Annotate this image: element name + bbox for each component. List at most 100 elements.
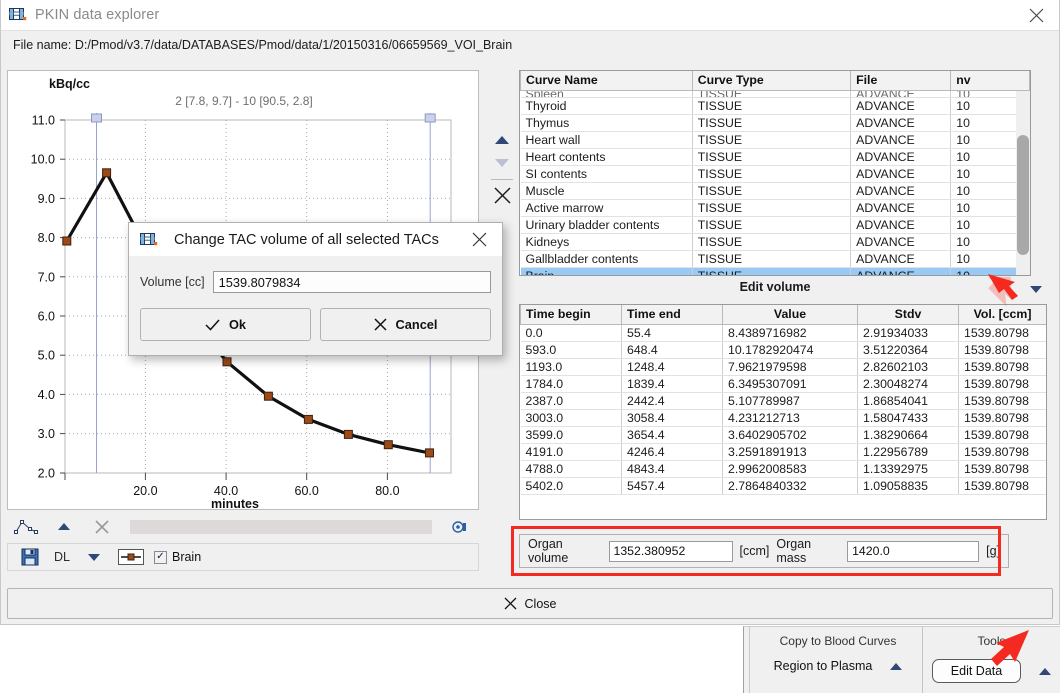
col-curve-name[interactable]: Curve Name bbox=[520, 71, 693, 91]
legend-checkbox[interactable]: ✓ bbox=[153, 550, 167, 564]
table-row[interactable]: 3003.0 3058.4 4.231212713 1.58047433 1539.80… bbox=[520, 409, 1046, 427]
table-cell: 5457.4 bbox=[621, 477, 723, 495]
table-row[interactable]: SI contents TISSUE ADVANCE 10 bbox=[520, 165, 1030, 183]
table-cell: TISSUE bbox=[692, 97, 852, 115]
table-cell: 3003.0 bbox=[520, 409, 622, 427]
table-row[interactable]: Urinary bladder contents TISSUE ADVANCE 10 bbox=[520, 216, 1030, 234]
chart-progress-strip[interactable] bbox=[130, 520, 432, 534]
table-cell: 1839.4 bbox=[621, 375, 723, 393]
volume-input[interactable] bbox=[212, 271, 491, 293]
table-row[interactable]: 4191.0 4246.4 3.2591891913 1.22956789 1539.8… bbox=[520, 443, 1046, 461]
table-row[interactable]: 3599.0 3654.4 3.6402905702 1.38290664 1539.8… bbox=[520, 426, 1046, 444]
table-row[interactable]: Thymus TISSUE ADVANCE 10 bbox=[520, 114, 1030, 132]
svg-text:9.0: 9.0 bbox=[38, 192, 55, 206]
col-value[interactable]: Value bbox=[722, 305, 858, 325]
divider bbox=[491, 179, 513, 180]
dialog-close-button[interactable] bbox=[462, 223, 496, 256]
col-stdv[interactable]: Stdv bbox=[857, 305, 959, 325]
table-row[interactable]: 5402.0 5457.4 2.7864840332 1.09058835 1539.8… bbox=[520, 477, 1046, 495]
chart-legend-bar: DL ✓ Brain bbox=[7, 543, 479, 571]
table-row[interactable]: 4788.0 4843.4 2.9962008583 1.13392975 1539.8… bbox=[520, 460, 1046, 478]
table-row[interactable]: 1784.0 1839.4 6.3495307091 2.30048274 1539.8… bbox=[520, 375, 1046, 393]
table-cell: 593.0 bbox=[520, 341, 622, 359]
remove-curve-icon[interactable] bbox=[491, 184, 513, 206]
move-down-icon[interactable] bbox=[491, 151, 513, 173]
region-to-plasma-triangle-up-icon[interactable] bbox=[890, 662, 903, 670]
table-cell: 4246.4 bbox=[621, 443, 723, 461]
table-cell: TISSUE bbox=[692, 114, 852, 132]
table-row[interactable]: 0.0 55.4 8.4389716982 2.91934033 1539.80798 bbox=[520, 324, 1046, 342]
organ-mass-input[interactable] bbox=[847, 540, 980, 562]
tools-heading: Tools bbox=[977, 634, 1006, 648]
curve-table-scrollbar[interactable] bbox=[1016, 91, 1030, 275]
table-cell: 1.86854041 bbox=[857, 392, 959, 410]
curve-tool-icon[interactable] bbox=[12, 516, 40, 538]
tools-group: Tools Edit Data bbox=[922, 627, 1060, 693]
edit-data-button[interactable]: Edit Data bbox=[931, 659, 1022, 683]
table-cell: ADVANCE bbox=[850, 131, 952, 149]
cancel-button-label: Cancel bbox=[395, 317, 438, 332]
table-cell: 1.22956789 bbox=[857, 443, 959, 461]
edit-volume-chevron-down-icon[interactable] bbox=[1025, 280, 1047, 298]
table-cell: SI contents bbox=[520, 165, 693, 183]
table-cell: Urinary bladder contents bbox=[520, 216, 693, 234]
table-row[interactable]: Kidneys TISSUE ADVANCE 10 bbox=[520, 233, 1030, 251]
col-file[interactable]: File bbox=[850, 71, 952, 91]
chevron-down-icon[interactable] bbox=[80, 546, 108, 568]
window-close-button[interactable] bbox=[1013, 0, 1059, 31]
table-row[interactable]: Heart contents TISSUE ADVANCE 10 bbox=[520, 148, 1030, 166]
col-curve-type[interactable]: Curve Type bbox=[691, 71, 852, 91]
save-icon[interactable] bbox=[16, 546, 44, 568]
view-toggle-icon[interactable] bbox=[446, 516, 474, 538]
table-row[interactable]: 1193.0 1248.4 7.9621979598 2.82602103 1539.8… bbox=[520, 358, 1046, 376]
table-row[interactable]: Active marrow TISSUE ADVANCE 10 bbox=[520, 199, 1030, 217]
table-cell: TISSUE bbox=[692, 165, 852, 183]
organ-mass-unit: [g] bbox=[986, 544, 1000, 558]
line-marker-icon[interactable] bbox=[117, 549, 144, 565]
clear-curve-icon[interactable] bbox=[88, 516, 116, 538]
table-row[interactable]: Heart wall TISSUE ADVANCE 10 bbox=[520, 131, 1030, 149]
table-row[interactable]: Thyroid TISSUE ADVANCE 10 bbox=[520, 97, 1030, 115]
table-cell: Thyroid bbox=[520, 97, 693, 115]
cancel-button[interactable]: Cancel bbox=[320, 308, 491, 341]
svg-text:20.0: 20.0 bbox=[133, 484, 157, 498]
organ-volume-input[interactable] bbox=[608, 540, 733, 562]
background-tools-panel: Copy to Blood Curves Region to Plasma To… bbox=[743, 626, 1060, 693]
close-icon bbox=[1029, 8, 1043, 23]
table-cell: Spleen bbox=[520, 90, 693, 98]
organ-mass-label: Organ mass bbox=[776, 537, 812, 565]
col-time-end[interactable]: Time end bbox=[621, 305, 723, 325]
organ-volume-unit: [ccm] bbox=[739, 544, 770, 558]
table-row[interactable]: Muscle TISSUE ADVANCE 10 bbox=[520, 182, 1030, 200]
col-vol-ccm[interactable]: Vol. [ccm] bbox=[958, 305, 1046, 325]
table-cell: ADVANCE bbox=[850, 267, 952, 275]
table-cell: 2.30048274 bbox=[857, 375, 959, 393]
curve-list-table[interactable]: Curve Name Curve Type File nv Spleen TISS… bbox=[519, 70, 1031, 276]
move-up-icon[interactable] bbox=[491, 129, 513, 151]
triangle-up-icon[interactable] bbox=[50, 516, 78, 538]
curve-table-scroll-thumb[interactable] bbox=[1017, 135, 1029, 255]
region-to-plasma-action[interactable]: Region to Plasma bbox=[774, 659, 873, 673]
table-cell: 3.6402905702 bbox=[722, 426, 858, 444]
col-time-begin[interactable]: Time begin bbox=[520, 305, 622, 325]
tools-triangle-up-icon[interactable] bbox=[1039, 667, 1052, 675]
table-cell: TISSUE bbox=[692, 199, 852, 217]
close-button[interactable]: Close bbox=[7, 588, 1053, 619]
table-row[interactable]: Brain TISSUE ADVANCE 10 bbox=[520, 267, 1030, 275]
data-table: Time begin Time end Value Stdv Vol. [ccm… bbox=[520, 305, 1046, 495]
table-cell: 5402.0 bbox=[520, 477, 622, 495]
col-nv[interactable]: nv bbox=[950, 71, 1030, 91]
table-row[interactable]: Spleen TISSUE ADVANCE 10 bbox=[520, 90, 1030, 98]
ok-button[interactable]: Ok bbox=[140, 308, 311, 341]
table-row[interactable]: 593.0 648.4 10.1782920474 3.51220364 1539.80… bbox=[520, 341, 1046, 359]
table-row[interactable]: 2387.0 2442.4 5.107789987 1.86854041 1539.80… bbox=[520, 392, 1046, 410]
table-cell: ADVANCE bbox=[850, 199, 952, 217]
table-cell: TISSUE bbox=[692, 250, 852, 268]
legend-curve-toggle[interactable]: ✓ Brain bbox=[153, 550, 201, 564]
table-cell: ADVANCE bbox=[850, 97, 952, 115]
svg-text:3.0: 3.0 bbox=[38, 427, 55, 441]
tac-data-table[interactable]: Time begin Time end Value Stdv Vol. [ccm… bbox=[519, 304, 1047, 520]
organ-volume-label: Organ volume bbox=[528, 537, 569, 565]
table-cell: ADVANCE bbox=[850, 233, 952, 251]
table-row[interactable]: Gallbladder contents TISSUE ADVANCE 10 bbox=[520, 250, 1030, 268]
